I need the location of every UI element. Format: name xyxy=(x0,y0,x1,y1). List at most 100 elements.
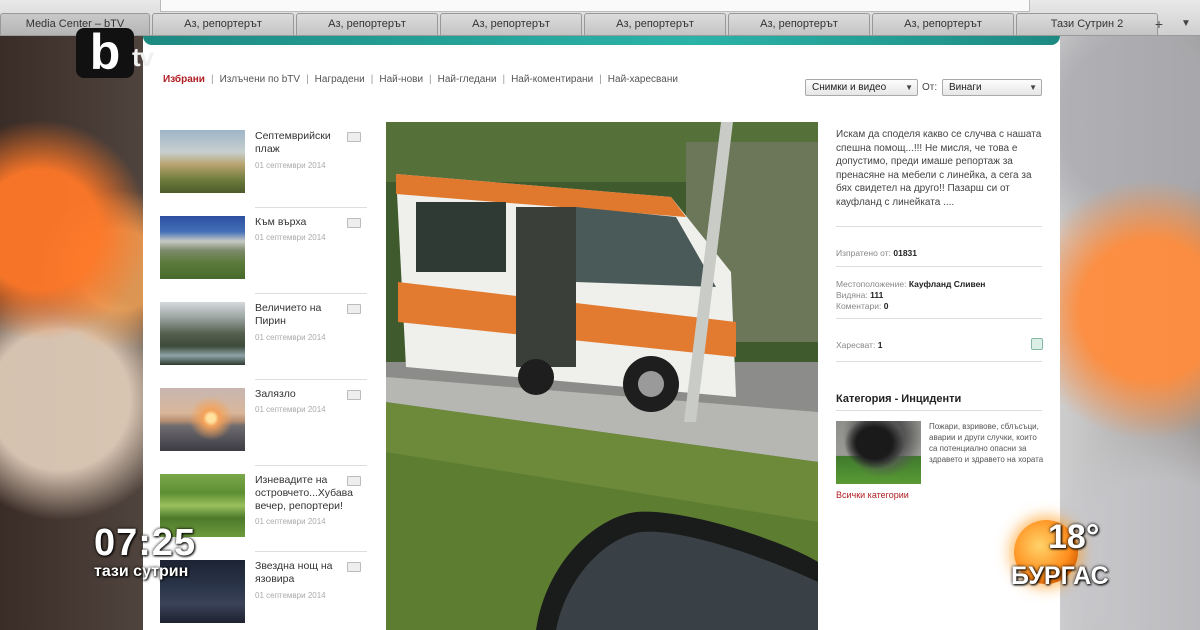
views-row: Видяна: 111 xyxy=(836,290,883,300)
item-title[interactable]: Към върха xyxy=(255,216,345,229)
main-photo[interactable] xyxy=(386,122,818,630)
camera-icon xyxy=(347,390,361,400)
post-details: Искам да споделя какво се случва с нашат… xyxy=(836,128,1046,500)
comments-row: Коментари: 0 xyxy=(836,301,888,311)
divider xyxy=(836,266,1042,267)
browser-tab[interactable]: Аз, репортерът xyxy=(440,13,582,35)
media-type-value: Снимки и видео xyxy=(812,82,887,93)
location-value: Кауфланд Сливен xyxy=(908,279,986,289)
list-item[interactable]: Към върха 01 септември 2014 xyxy=(160,216,370,296)
views-label: Видяна: xyxy=(836,290,868,300)
ambulance-photo-illustration xyxy=(386,122,818,630)
likes-label: Харесват: xyxy=(836,340,876,350)
sent-by-value[interactable]: 01831 xyxy=(893,248,917,258)
divider xyxy=(836,318,1042,319)
item-date: 01 септември 2014 xyxy=(255,591,326,600)
browser-tab[interactable]: Аз, репортерът xyxy=(872,13,1014,35)
thumbnail-pirin[interactable] xyxy=(160,302,245,365)
tab-list: Media Center – bTV Аз, репортерът Аз, ре… xyxy=(0,13,1160,35)
nav-item-featured[interactable]: Избрани xyxy=(163,74,205,88)
address-bar[interactable] xyxy=(160,0,1030,12)
divider xyxy=(255,465,367,466)
camera-icon xyxy=(347,304,361,314)
divider xyxy=(255,551,367,552)
list-item[interactable]: Величието на Пирин 01 септември 2014 xyxy=(160,302,370,382)
camera-icon xyxy=(347,476,361,486)
category-description: Пожари, взривове, сблъсъци, аварии и дру… xyxy=(929,422,1044,464)
item-date: 01 септември 2014 xyxy=(255,333,326,342)
thumbnail-sunset[interactable] xyxy=(160,388,245,451)
header-accent-bar xyxy=(143,36,1060,45)
nav-item-aired[interactable]: Излъчени по bTV xyxy=(220,74,301,88)
chevron-down-icon: ▼ xyxy=(905,83,913,92)
category-title: Категория - Инциденти xyxy=(836,393,962,405)
nav-item-most-viewed[interactable]: Най-гледани xyxy=(438,74,497,88)
sent-by-label: Изпратено от: xyxy=(836,248,891,258)
gallery-nav: Избрани | Излъчени по bTV | Наградени | … xyxy=(163,74,678,88)
browser-tab[interactable]: Аз, репортерът xyxy=(584,13,726,35)
browser-tab[interactable]: Тази Сутрин 2 xyxy=(1016,13,1158,35)
nav-item-most-liked[interactable]: Най-харесвани xyxy=(608,74,678,88)
comments-label: Коментари: xyxy=(836,301,882,311)
btv-logo: b tv xyxy=(76,27,166,82)
divider xyxy=(836,361,1042,362)
divider xyxy=(255,207,367,208)
nav-separator: | xyxy=(306,74,309,85)
comments-value: 0 xyxy=(883,301,889,311)
all-categories-link[interactable]: Всички категории xyxy=(836,490,909,500)
camera-icon xyxy=(347,218,361,228)
list-item[interactable]: Септемврийски плаж 01 септември 2014 xyxy=(160,130,370,210)
divider xyxy=(255,379,367,380)
btv-logo-b: b xyxy=(76,27,134,78)
divider xyxy=(836,226,1042,227)
camera-icon xyxy=(347,132,361,142)
media-type-select[interactable]: Снимки и видео ▼ xyxy=(805,79,918,96)
browser-tab[interactable]: Аз, репортерът xyxy=(296,13,438,35)
post-description: Искам да споделя какво се случва с нашат… xyxy=(836,129,1042,208)
browser-tab-strip: Media Center – bTV Аз, репортерът Аз, ре… xyxy=(0,0,1200,36)
item-title[interactable]: Величието на Пирин xyxy=(255,302,345,328)
camera-icon xyxy=(347,562,361,572)
divider xyxy=(836,410,1042,411)
views-value: 111 xyxy=(870,290,884,300)
category-thumbnail[interactable] xyxy=(836,421,921,484)
nav-separator: | xyxy=(210,74,214,85)
item-title[interactable]: Изневадите на островчето...Хубава вечер,… xyxy=(255,474,353,513)
item-title[interactable]: Залязло xyxy=(255,388,345,401)
city-name: БУРГАС xyxy=(1011,562,1109,590)
item-title[interactable]: Септемврийски плаж xyxy=(255,130,345,156)
nav-separator: | xyxy=(502,74,506,85)
nav-separator: | xyxy=(599,74,602,85)
temperature: 18° xyxy=(1048,518,1100,556)
web-page: Избрани | Излъчени по bTV | Наградени | … xyxy=(143,36,1060,630)
tab-menu-button[interactable]: ▼ xyxy=(1176,13,1196,35)
period-select[interactable]: Винаги ▼ xyxy=(942,79,1042,96)
item-date: 01 септември 2014 xyxy=(255,161,326,170)
chevron-down-icon: ▼ xyxy=(1029,83,1037,92)
broadcast-clock: 07:25 xyxy=(94,522,197,564)
thumbnail-beach[interactable] xyxy=(160,130,245,193)
nav-separator: | xyxy=(429,74,432,85)
nav-item-most-commented[interactable]: Най-коментирани xyxy=(511,74,593,88)
item-date: 01 септември 2014 xyxy=(255,405,326,414)
show-name: тази сутрин xyxy=(94,563,189,580)
like-icon[interactable] xyxy=(1031,338,1043,350)
list-item[interactable]: Залязло 01 септември 2014 xyxy=(160,388,370,468)
btv-logo-tv: tv xyxy=(132,42,154,72)
item-title[interactable]: Звездна нощ на язовира xyxy=(255,560,345,586)
new-tab-button[interactable]: + xyxy=(1148,13,1170,35)
nav-item-newest[interactable]: Най-нови xyxy=(379,74,423,88)
browser-tab[interactable]: Аз, репортерът xyxy=(728,13,870,35)
sent-by-row: Изпратено от: 01831 xyxy=(836,248,917,258)
browser-tab[interactable]: Аз, репортерът xyxy=(152,13,294,35)
likes-row: Харесват: 1 xyxy=(836,340,882,350)
divider xyxy=(255,293,367,294)
nav-item-awarded[interactable]: Наградени xyxy=(315,74,365,88)
nav-separator: | xyxy=(370,74,374,85)
location-label: Местоположение: xyxy=(836,279,907,289)
list-item[interactable]: Звездна нощ на язовира 01 септември 2014 xyxy=(160,560,370,630)
item-date: 01 септември 2014 xyxy=(255,517,326,526)
item-date: 01 септември 2014 xyxy=(255,233,326,242)
thumbnail-peak[interactable] xyxy=(160,216,245,279)
period-value: Винаги xyxy=(949,82,982,93)
